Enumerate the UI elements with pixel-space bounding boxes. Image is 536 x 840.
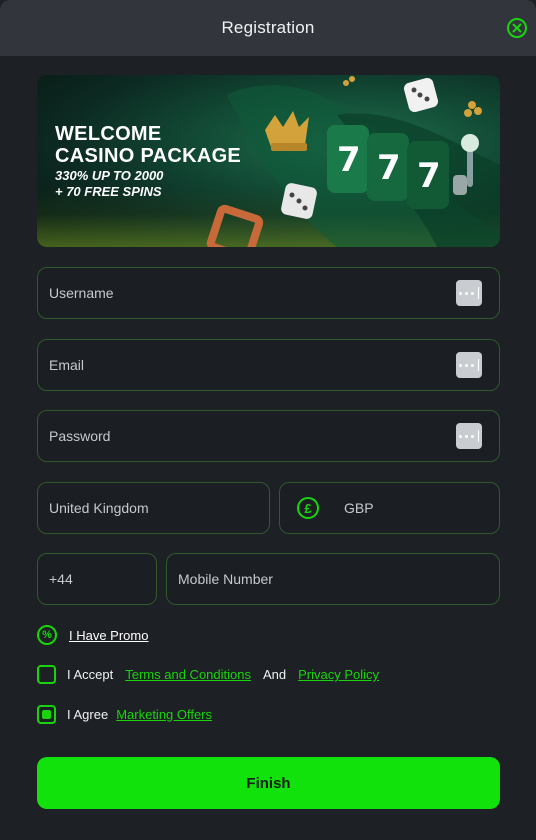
terms-conjunction: And (262, 667, 287, 682)
svg-text:7: 7 (337, 140, 361, 180)
currency-select[interactable]: £ GBP (279, 482, 500, 534)
svg-text:7: 7 (377, 148, 401, 188)
password-placeholder: Password (49, 428, 111, 444)
promo-banner: 7 7 7 WELCOME CASINO PACKAGE 330% UP TO … (37, 75, 500, 247)
close-icon[interactable] (507, 18, 527, 38)
marketing-offers-link[interactable]: Marketing Offers (116, 707, 212, 722)
username-field[interactable]: Username (37, 267, 500, 319)
password-field[interactable]: Password (37, 410, 500, 462)
currency-value: GBP (344, 500, 374, 516)
password-manager-icon[interactable] (456, 352, 482, 378)
email-placeholder: Email (49, 357, 85, 373)
marketing-consent-row: I Agree Marketing Offers (37, 705, 212, 724)
checkbox-checked-mark (42, 710, 51, 719)
modal-header: Registration (0, 0, 536, 56)
terms-prefix: I Accept (67, 667, 114, 682)
phone-code-value: +44 (49, 571, 73, 587)
banner-offer-line-1: 330% UP TO 2000 (55, 168, 164, 183)
password-manager-icon[interactable] (456, 423, 482, 449)
promo-icon: % (37, 625, 57, 645)
country-value: United Kingdom (49, 500, 149, 516)
mobile-number-placeholder: Mobile Number (178, 571, 273, 587)
pound-icon: £ (297, 497, 319, 519)
username-placeholder: Username (49, 285, 114, 301)
promo-row: % I Have Promo (37, 625, 148, 645)
terms-checkbox[interactable] (37, 665, 56, 684)
have-promo-link[interactable]: I Have Promo (69, 628, 148, 643)
banner-title-line-1: WELCOME (55, 123, 162, 145)
privacy-policy-link[interactable]: Privacy Policy (298, 667, 379, 682)
email-field[interactable]: Email (37, 339, 500, 391)
banner-offer-line-2: + 70 FREE SPINS (55, 184, 162, 199)
svg-text:7: 7 (417, 156, 441, 196)
terms-consent-row: I Accept Terms and Conditions And Privac… (37, 665, 379, 684)
marketing-prefix: I Agree (67, 707, 109, 722)
banner-title-line-2: CASINO PACKAGE (55, 145, 242, 167)
country-select[interactable]: United Kingdom (37, 482, 270, 534)
finish-button[interactable]: Finish (37, 757, 500, 809)
mobile-number-field[interactable]: Mobile Number (166, 553, 500, 605)
phone-code-select[interactable]: +44 (37, 553, 157, 605)
terms-link[interactable]: Terms and Conditions (125, 667, 251, 682)
modal-title: Registration (221, 18, 315, 37)
marketing-checkbox[interactable] (37, 705, 56, 724)
password-manager-icon[interactable] (456, 280, 482, 306)
